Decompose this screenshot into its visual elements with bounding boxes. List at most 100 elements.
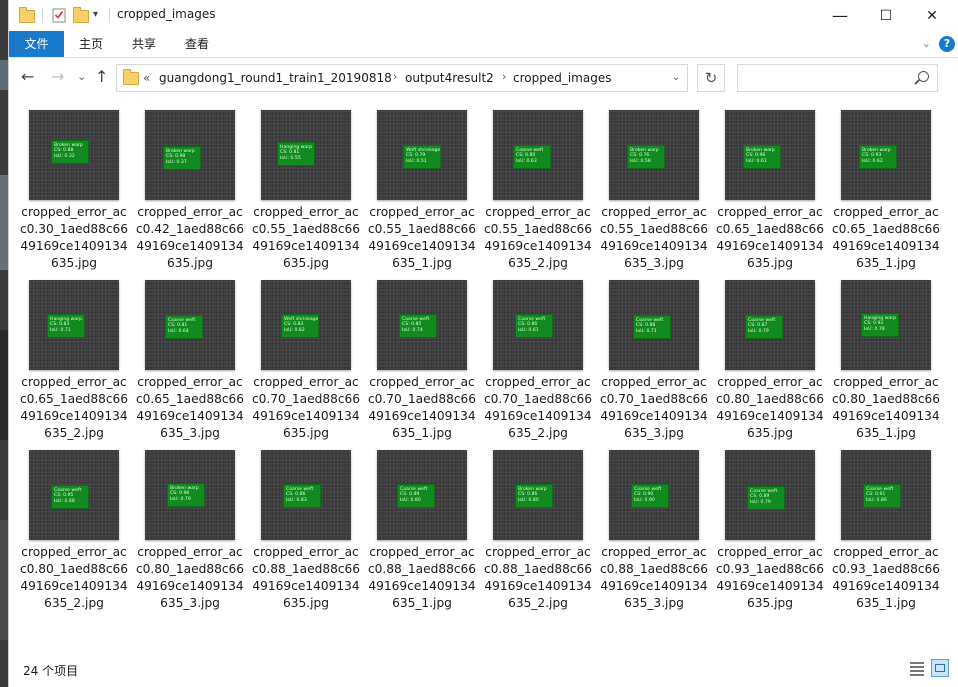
close-button[interactable]: ✕	[909, 0, 955, 31]
forward-button[interactable]: →	[51, 68, 64, 86]
detection-label: Broken warp CS: 0.96 IoU: 0.61	[743, 145, 781, 169]
address-dropdown-button[interactable]: ⌄	[664, 65, 687, 91]
file-thumbnail[interactable]: Hanging warp CS: 0.81 IoU: 0.55	[261, 110, 351, 200]
file-item[interactable]: Broken warp CS: 0.96 IoU: 0.61 cropped_erro…	[715, 98, 825, 270]
properties-icon[interactable]	[51, 7, 67, 23]
file-thumbnail[interactable]: Broken warp CS: 0.88 IoU: 0.32	[29, 110, 119, 200]
breadcrumb-item[interactable]: guangdong1_round1_train1_20190818	[159, 71, 392, 85]
file-name: cropped_error_acc0.70_1aed88c6649169ce14…	[367, 375, 477, 440]
customize-quick-access-icon[interactable]: ▾	[93, 9, 109, 25]
refresh-button[interactable]: ↻	[697, 64, 725, 92]
ribbon-tabs: 文件 主页 共享 查看 ⌄ ?	[9, 31, 958, 58]
file-item[interactable]: Coarse weft CS: 0.81 IoU: 0.64 cropped_erro…	[135, 268, 245, 440]
file-thumbnail[interactable]: Hanging warp CS: 0.92 IoU: 0.78	[841, 280, 931, 370]
file-thumbnail[interactable]: Coarse weft CS: 0.86 IoU: 0.83	[261, 450, 351, 540]
new-folder-icon[interactable]	[73, 7, 89, 23]
file-thumbnail[interactable]: Coarse weft CS: 0.81 IoU: 0.64	[145, 280, 235, 370]
file-item[interactable]: Coarse weft CS: 0.90 IoU: 0.90 cropped_erro…	[599, 438, 709, 610]
file-thumbnail[interactable]: Coarse weft CS: 0.89 IoU: 0.79	[725, 450, 815, 540]
detection-label: Coarse weft CS: 0.89 IoU: 0.79	[747, 486, 785, 510]
file-item[interactable]: Hanging warp CS: 0.81 IoU: 0.55 cropped_err…	[251, 98, 361, 270]
large-icons-view-icon[interactable]	[931, 659, 949, 677]
file-thumbnail[interactable]: Weft shrinkage CS: 0.79 IoU: 0.51	[377, 110, 467, 200]
recent-locations-button[interactable]: ⌄	[77, 68, 86, 86]
file-name: cropped_error_acc0.88_1aed88c6649169ce14…	[483, 545, 593, 610]
file-item[interactable]: Broken warp CS: 0.93 IoU: 0.62 cropped_erro…	[831, 98, 941, 270]
path-overflow[interactable]: «	[143, 71, 150, 85]
file-name: cropped_error_acc0.55_1aed88c6649169ce14…	[367, 205, 477, 270]
detection-label-line: IoU: 0.58	[630, 158, 651, 164]
file-item[interactable]: Coarse weft CS: 0.86 IoU: 0.83 cropped_erro…	[251, 438, 361, 610]
file-item[interactable]: Broken warp CS: 0.98 IoU: 0.37 cropped_erro…	[135, 98, 245, 270]
file-name: cropped_error_acc0.80_1aed88c6649169ce14…	[19, 545, 129, 610]
tab-share[interactable]: 共享	[122, 31, 166, 57]
file-item[interactable]: Coarse weft CS: 0.88 IoU: 0.71 cropped_erro…	[599, 268, 709, 440]
file-item[interactable]: Coarse weft CS: 0.80 IoU: 0.63 cropped_erro…	[483, 98, 593, 270]
file-name: cropped_error_acc0.70_1aed88c6649169ce14…	[251, 375, 361, 440]
file-thumbnail[interactable]: Coarse weft CS: 0.85 IoU: 0.74	[377, 280, 467, 370]
file-thumbnail[interactable]: Broken warp CS: 0.93 IoU: 0.62	[841, 110, 931, 200]
file-thumbnail[interactable]: Broken warp CS: 0.76 IoU: 0.58	[609, 110, 699, 200]
detection-label-line: IoU: 0.37	[166, 159, 187, 165]
file-item[interactable]: Weft shrinkage CS: 0.83 IoU: 0.82 cropped_e…	[251, 268, 361, 440]
file-name: cropped_error_acc0.80_1aed88c6649169ce14…	[715, 375, 825, 440]
file-item[interactable]: Weft shrinkage CS: 0.79 IoU: 0.51 cropped_e…	[367, 98, 477, 270]
maximize-button[interactable]: ☐	[863, 0, 909, 31]
file-thumbnail[interactable]: Hanging warp CS: 0.83 IoU: 0.71	[29, 280, 119, 370]
tab-file[interactable]: 文件	[9, 31, 64, 57]
minimize-button[interactable]: —	[817, 0, 863, 31]
tab-view[interactable]: 查看	[175, 31, 219, 57]
file-item[interactable]: Coarse weft CS: 0.89 IoU: 0.80 cropped_erro…	[367, 438, 477, 610]
detection-label-line: IoU: 0.80	[518, 497, 539, 503]
up-button[interactable]: ↑	[95, 68, 108, 86]
search-input[interactable]	[737, 64, 938, 92]
file-thumbnail[interactable]: Coarse weft CS: 0.91 IoU: 0.86	[841, 450, 931, 540]
details-view-icon[interactable]	[909, 660, 925, 676]
file-name: cropped_error_acc0.42_1aed88c6649169ce14…	[135, 205, 245, 270]
file-item[interactable]: Broken warp CS: 0.88 IoU: 0.32 cropped_erro…	[19, 98, 129, 270]
file-name: cropped_error_acc0.93_1aed88c6649169ce14…	[831, 545, 941, 610]
file-item[interactable]: Coarse weft CS: 0.86 IoU: 0.61 cropped_erro…	[483, 268, 593, 440]
detection-label: Coarse weft CS: 0.88 IoU: 0.71	[633, 315, 671, 339]
file-item[interactable]: Hanging warp CS: 0.92 IoU: 0.78 cropped_err…	[831, 268, 941, 440]
file-thumbnail[interactable]: Coarse weft CS: 0.90 IoU: 0.90	[609, 450, 699, 540]
address-bar[interactable]: « guangdong1_round1_train1_20190818 › ou…	[116, 64, 688, 92]
file-thumbnail[interactable]: Coarse weft CS: 0.88 IoU: 0.71	[609, 280, 699, 370]
detection-label: Coarse weft CS: 0.86 IoU: 0.83	[283, 484, 321, 508]
breadcrumb-item[interactable]: output4result2	[405, 71, 494, 85]
file-item[interactable]: Broken warp CS: 0.86 IoU: 0.80 cropped_erro…	[483, 438, 593, 610]
detection-label: Coarse weft CS: 0.89 IoU: 0.80	[397, 484, 435, 508]
folder-icon	[123, 69, 139, 85]
file-thumbnail[interactable]: Coarse weft CS: 0.95 IoU: 0.68	[29, 450, 119, 540]
detection-label-line: IoU: 0.79	[750, 499, 771, 505]
detection-label: Coarse weft CS: 0.81 IoU: 0.64	[165, 315, 203, 339]
detection-label: Broken warp CS: 0.93 IoU: 0.62	[859, 145, 897, 169]
file-thumbnail[interactable]: Coarse weft CS: 0.80 IoU: 0.63	[493, 110, 583, 200]
detection-label-line: IoU: 0.71	[636, 328, 657, 334]
back-button[interactable]: ←	[21, 68, 34, 86]
file-item[interactable]: Hanging warp CS: 0.83 IoU: 0.71 cropped_err…	[19, 268, 129, 440]
help-icon[interactable]: ?	[939, 36, 955, 52]
detection-label: Broken warp CS: 0.96 IoU: 0.79	[167, 483, 205, 507]
file-thumbnail[interactable]: Broken warp CS: 0.96 IoU: 0.61	[725, 110, 815, 200]
breadcrumb-separator[interactable]: ›	[393, 70, 397, 83]
file-thumbnail[interactable]: Coarse weft CS: 0.87 IoU: 0.79	[725, 280, 815, 370]
file-thumbnail[interactable]: Broken warp CS: 0.98 IoU: 0.37	[145, 110, 235, 200]
file-item[interactable]: Coarse weft CS: 0.95 IoU: 0.68 cropped_erro…	[19, 438, 129, 610]
breadcrumb-item[interactable]: cropped_images	[513, 71, 611, 85]
file-thumbnail[interactable]: Weft shrinkage CS: 0.83 IoU: 0.82	[261, 280, 351, 370]
detection-label: Coarse weft CS: 0.87 IoU: 0.79	[745, 315, 783, 339]
file-item[interactable]: Coarse weft CS: 0.87 IoU: 0.79 cropped_erro…	[715, 268, 825, 440]
file-item[interactable]: Coarse weft CS: 0.85 IoU: 0.74 cropped_erro…	[367, 268, 477, 440]
expand-ribbon-icon[interactable]: ⌄	[922, 37, 931, 50]
file-thumbnail[interactable]: Coarse weft CS: 0.86 IoU: 0.61	[493, 280, 583, 370]
file-item[interactable]: Coarse weft CS: 0.89 IoU: 0.79 cropped_erro…	[715, 438, 825, 610]
file-item[interactable]: Broken warp CS: 0.76 IoU: 0.58 cropped_erro…	[599, 98, 709, 270]
breadcrumb-separator[interactable]: ›	[502, 70, 506, 83]
file-item[interactable]: Coarse weft CS: 0.91 IoU: 0.86 cropped_erro…	[831, 438, 941, 610]
file-thumbnail[interactable]: Coarse weft CS: 0.89 IoU: 0.80	[377, 450, 467, 540]
file-thumbnail[interactable]: Broken warp CS: 0.96 IoU: 0.79	[145, 450, 235, 540]
tab-home[interactable]: 主页	[69, 31, 113, 57]
file-item[interactable]: Broken warp CS: 0.96 IoU: 0.79 cropped_erro…	[135, 438, 245, 610]
file-thumbnail[interactable]: Broken warp CS: 0.86 IoU: 0.80	[493, 450, 583, 540]
